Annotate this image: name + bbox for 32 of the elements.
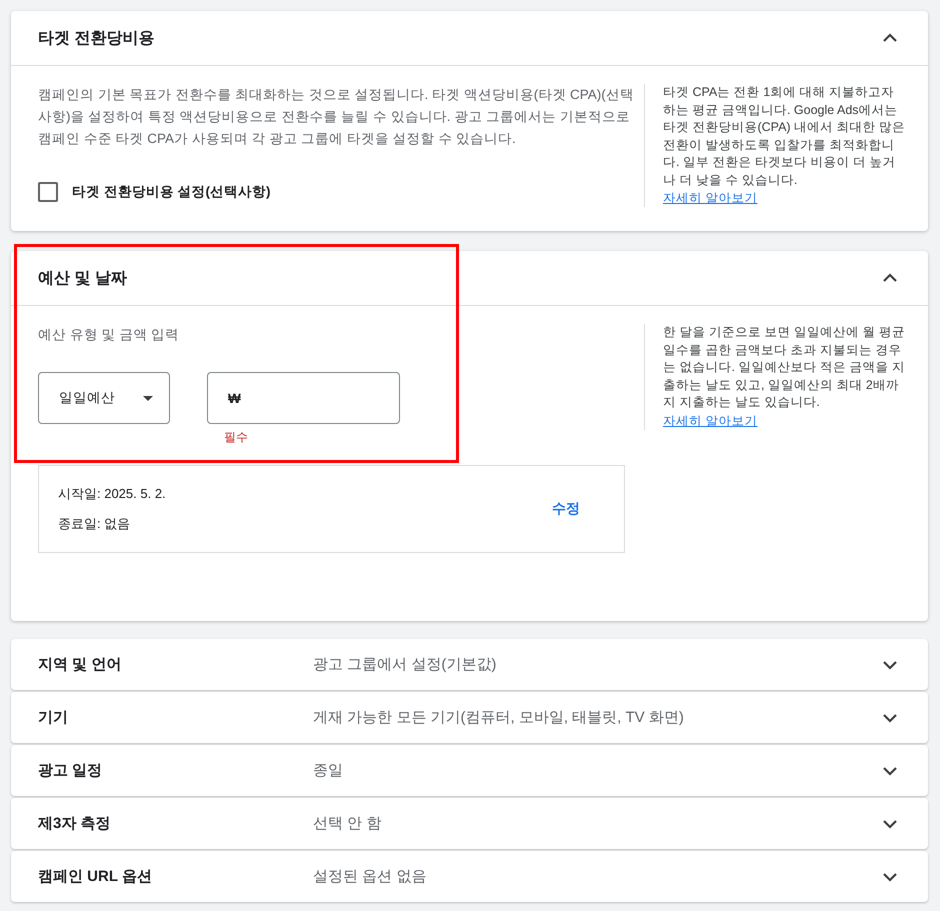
learn-more-link[interactable]: 자세히 알아보기	[663, 414, 758, 428]
learn-more-link[interactable]: 자세히 알아보기	[663, 191, 758, 205]
field-label: 예산 유형 및 금액 입력	[38, 326, 180, 344]
settings-row[interactable]: 제3자 측정 선택 안 함	[11, 798, 928, 849]
setting-label: 캠페인 URL 옵션	[38, 867, 153, 886]
setting-value: 게재 가능한 모든 기기(컴퓨터, 모바일, 태블릿, TV 화면)	[313, 708, 685, 727]
checkbox-label: 타겟 전환당비용 설정(선택사항)	[72, 183, 270, 201]
setting-value: 종일	[313, 761, 344, 780]
setting-value: 광고 그룹에서 설정(기본값)	[313, 655, 498, 674]
help-text: 타겟 CPA는 전환 1회에 대해 지불하고자 하는 평균 금액입니다. Google Ads에서는 타겟 전환당비용(CPA) 내에서 최대한 많은 전환이 발생하도록 입찰가를 최적화합니다. 일부 전환은 타겟보다 비용이 더 높거나 더 낮을 수 있습니다.	[663, 84, 906, 188]
checkbox[interactable]	[38, 182, 58, 202]
setting-label: 지역 및 언어	[38, 655, 122, 674]
settings-row[interactable]: 기기 게재 가능한 모든 기기(컴퓨터, 모바일, 태블릿, TV 화면)	[11, 692, 928, 743]
section-title: 타겟 전환당비용	[38, 28, 154, 48]
section-title: 예산 및 날짜	[38, 268, 127, 288]
setting-value: 선택 안 함	[313, 814, 382, 833]
caret-icon	[143, 396, 153, 400]
error-text: 필수	[223, 429, 249, 446]
help-text: 한 달을 기준으로 보면 일일예산에 월 평균 일수를 곱한 금액보다 초과 지불되는 경우는 없습니다. 일일예산보다 적은 금액을 지출하는 날도 있고, 일일예산의 최대 2배까지 지출하는 날도 있습니다.	[663, 324, 906, 411]
edit-link[interactable]: 수정	[552, 500, 580, 518]
settings-row[interactable]: 광고 일정 종일	[11, 745, 928, 796]
setting-value: 설정된 옵션 없음	[313, 867, 428, 886]
setting-label: 기기	[38, 708, 69, 727]
setting-label: 제3자 측정	[38, 814, 112, 833]
setting-label: 광고 일정	[38, 761, 104, 780]
budget-type-dropdown[interactable]: 일일예산	[38, 372, 170, 424]
settings-row[interactable]: 캠페인 URL 옵션 설정된 옵션 없음	[11, 851, 928, 902]
settings-row[interactable]: 지역 및 언어 광고 그룹에서 설정(기본값)	[11, 639, 928, 690]
amount-input[interactable]: ₩	[207, 372, 400, 424]
date-text: 종료일: 없음	[58, 515, 132, 533]
date-text: 시작일: 2025. 5. 2.	[58, 485, 166, 503]
description-text: 캠페인의 기본 목표가 전환수를 최대화하는 것으로 설정됩니다. 타겟 액션당비용(타겟 CPA)(선택사항)을 설정하여 특정 액션당비용으로 전환수를 늘릴 수 있습니다. 광고 그룹에서는 기본적으로 캠페인 수준 타겟 CPA가 사용되며 각 광고 그룹에 타겟을 설정할 수 있습니다.	[38, 86, 635, 148]
